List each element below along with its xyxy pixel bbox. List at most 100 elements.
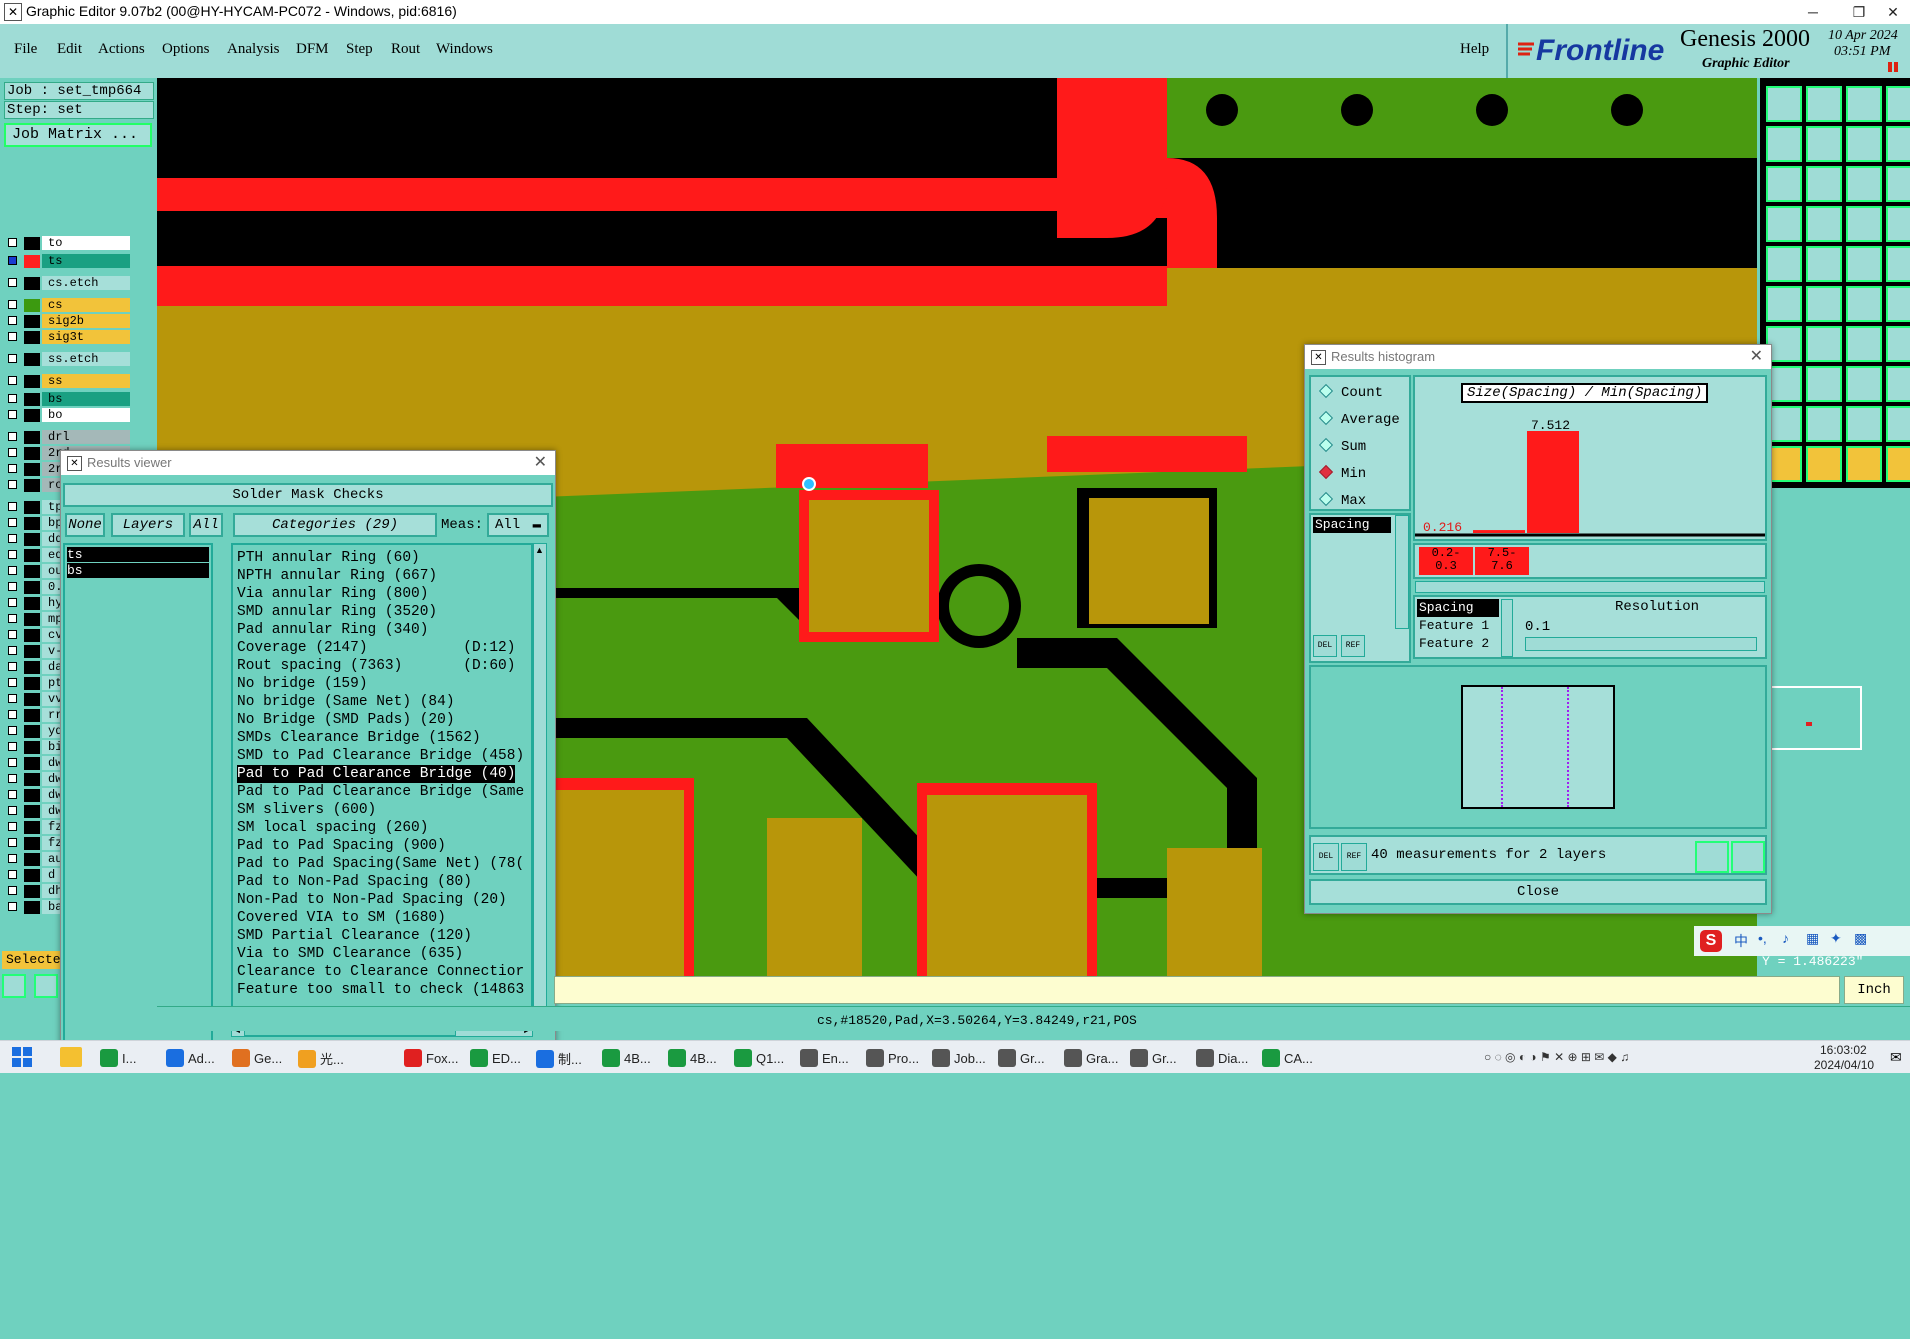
settings-icon[interactable]: [1886, 206, 1910, 242]
connect-icon[interactable]: [1766, 286, 1802, 322]
taskbar-app[interactable]: Fox...: [404, 1049, 459, 1067]
overview-window[interactable]: [1770, 686, 1862, 750]
layer-name[interactable]: dw: [42, 756, 62, 770]
layer-name[interactable]: fz: [42, 820, 62, 834]
layer-row[interactable]: v-: [8, 644, 64, 658]
layer-checkbox[interactable]: [8, 238, 17, 247]
taskbar-app[interactable]: 4B...: [602, 1049, 651, 1067]
layer-name[interactable]: ou: [42, 564, 62, 578]
layer-color-swatch[interactable]: [24, 549, 40, 562]
layer-name[interactable]: pt: [42, 676, 62, 690]
edit-icon[interactable]: [1806, 246, 1842, 282]
layer-color-swatch[interactable]: [24, 869, 40, 882]
layer-checkbox[interactable]: [8, 376, 17, 385]
layer-checkbox[interactable]: [8, 886, 17, 895]
layer-color-swatch[interactable]: [24, 299, 40, 312]
layer-row-drl[interactable]: drl: [8, 430, 130, 444]
menu-edit[interactable]: Edit: [57, 41, 82, 58]
layer-name[interactable]: fz: [42, 836, 62, 850]
layer-row[interactable]: d: [8, 868, 64, 882]
layer-row-sig3t[interactable]: sig3t: [8, 330, 130, 344]
layer-color-swatch[interactable]: [24, 409, 40, 422]
layer-name[interactable]: da: [42, 660, 62, 674]
histogram-bar[interactable]: [1473, 530, 1525, 533]
menu-options[interactable]: Options: [162, 41, 210, 58]
layer-color-swatch[interactable]: [24, 501, 40, 514]
layer-name[interactable]: to: [42, 236, 130, 250]
radio-indicator[interactable]: [1318, 410, 1334, 426]
category-item[interactable]: Pad to Non-Pad Spacing (80): [237, 873, 472, 891]
layer-color-swatch[interactable]: [24, 277, 40, 290]
taskbar-app[interactable]: Pro...: [866, 1049, 919, 1067]
layer-row[interactable]: dw: [8, 756, 64, 770]
layer-color-swatch[interactable]: [24, 853, 40, 866]
layer-name[interactable]: dd: [42, 532, 62, 546]
layer-checkbox[interactable]: [8, 316, 17, 325]
minimize-icon[interactable]: ─: [1790, 0, 1836, 24]
minus-icon[interactable]: [1806, 366, 1842, 402]
job-matrix-button[interactable]: Job Matrix ...: [4, 123, 152, 147]
layer-name[interactable]: vv: [42, 692, 62, 706]
menu-step[interactable]: Step: [346, 41, 373, 58]
layer-row-ss-etch[interactable]: ss.etch: [8, 352, 130, 366]
cross-icon[interactable]: [1806, 286, 1842, 322]
layer-name[interactable]: ss: [42, 374, 130, 388]
layer-checkbox[interactable]: [8, 726, 17, 735]
mode-radio-count[interactable]: Count: [1318, 383, 1383, 401]
snap-icon[interactable]: [1886, 126, 1910, 162]
ime-tools-icon[interactable]: ▩: [1854, 930, 1867, 947]
category-item[interactable]: PTH annular Ring (60): [237, 549, 420, 567]
layer-row[interactable]: dh: [8, 884, 64, 898]
none-button[interactable]: None: [65, 513, 105, 537]
layer-row[interactable]: fz: [8, 820, 64, 834]
layer-checkbox[interactable]: [8, 464, 17, 473]
category-item[interactable]: Clearance to Clearance Connectior: [237, 963, 524, 981]
layer-row-cs-etch[interactable]: cs.etch: [8, 276, 130, 290]
layer-name[interactable]: dh: [42, 884, 62, 898]
select-tool-icon[interactable]: [2, 974, 26, 998]
layer-color-swatch[interactable]: [24, 805, 40, 818]
layer-name[interactable]: ts: [42, 254, 130, 268]
taskbar-app[interactable]: Gra...: [1064, 1049, 1119, 1067]
layer-row-bs[interactable]: bs: [8, 392, 130, 406]
layer-name[interactable]: ed: [42, 548, 62, 562]
layer-checkbox[interactable]: [8, 806, 17, 815]
mode-radio-average[interactable]: Average: [1318, 410, 1400, 428]
field-scrollbar[interactable]: [1501, 599, 1513, 657]
layer-name[interactable]: ss.etch: [42, 352, 130, 366]
ime-keyboard-icon[interactable]: ▦: [1806, 930, 1819, 947]
menu-rout[interactable]: Rout: [391, 41, 420, 58]
layer-name[interactable]: v-: [42, 644, 62, 658]
layer-row[interactable]: rr: [8, 708, 64, 722]
layer-name[interactable]: yd: [42, 724, 62, 738]
text-a-dark-icon[interactable]: [1886, 406, 1910, 442]
menu-actions[interactable]: Actions: [98, 41, 145, 58]
layer-checkbox[interactable]: [8, 566, 17, 575]
rotate-icon[interactable]: [1766, 206, 1802, 242]
layer-name[interactable]: sig3t: [42, 330, 130, 344]
layer-color-swatch[interactable]: [24, 331, 40, 344]
layer-color-swatch[interactable]: [24, 353, 40, 366]
layer-row-sig2b[interactable]: sig2b: [8, 314, 130, 328]
layer-color-swatch[interactable]: [24, 773, 40, 786]
notification-icon[interactable]: ✉: [1890, 1049, 1902, 1066]
layer-checkbox[interactable]: [8, 614, 17, 623]
close-icon[interactable]: ✕: [1876, 0, 1910, 24]
layer-color-swatch[interactable]: [24, 661, 40, 674]
bins-scrollbar[interactable]: [1415, 581, 1765, 593]
layer-checkbox[interactable]: [8, 710, 17, 719]
layer-row-cs[interactable]: cs: [8, 298, 130, 312]
layer-color-swatch[interactable]: [24, 565, 40, 578]
taskbar-app[interactable]: 光...: [298, 1049, 344, 1068]
route-icon[interactable]: [1886, 326, 1910, 362]
layer-row[interactable]: dw: [8, 788, 64, 802]
categories-button[interactable]: Categories (29): [233, 513, 437, 537]
layer-checkbox[interactable]: [8, 410, 17, 419]
layer-row-ts[interactable]: ts: [8, 254, 130, 268]
meas-select[interactable]: All ▬: [487, 513, 549, 537]
ref-button[interactable]: REF: [1341, 635, 1365, 657]
layer-checkbox[interactable]: [8, 758, 17, 767]
layer-row[interactable]: ed: [8, 548, 64, 562]
layer-row-to[interactable]: to: [8, 236, 130, 250]
category-item[interactable]: SMD Partial Clearance (120): [237, 927, 472, 945]
